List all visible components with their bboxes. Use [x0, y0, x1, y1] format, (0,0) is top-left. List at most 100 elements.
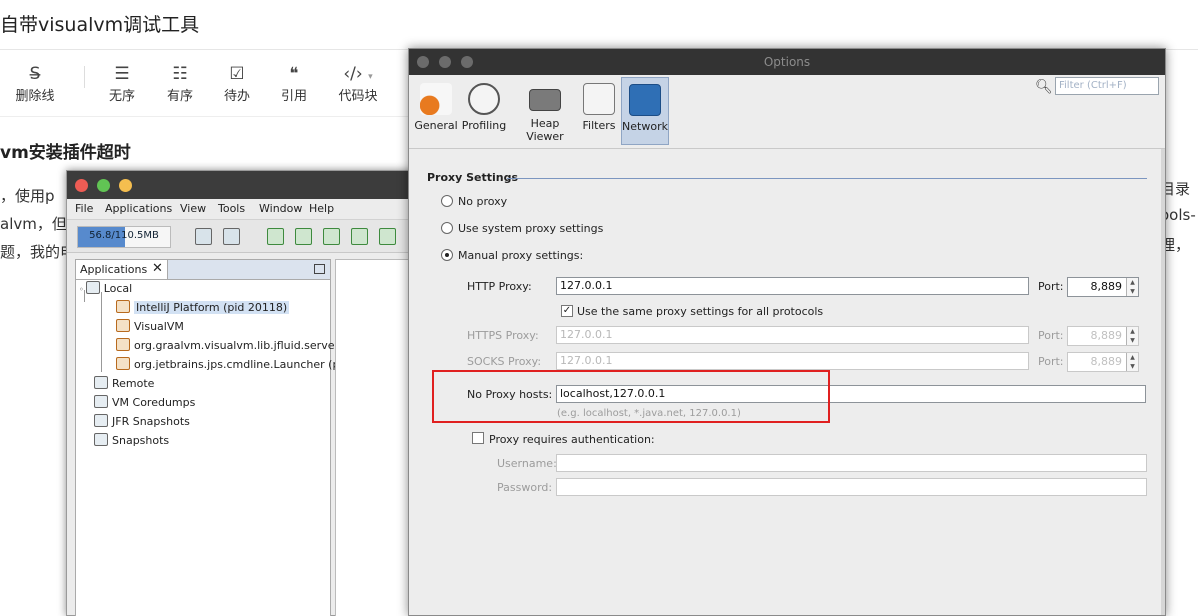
password-field[interactable]	[556, 478, 1147, 496]
filter-icon	[583, 83, 615, 115]
tree-node-jfr[interactable]: JFR Snapshots	[94, 413, 190, 431]
tree-node-local[interactable]: ◦ Local	[79, 280, 132, 298]
todo-list-button[interactable]: ☑ 待办	[207, 60, 267, 106]
applications-panel: Applications ✕ ◦ Local IntelliJ Platform …	[75, 259, 352, 616]
unordered-list-icon: ☰	[114, 64, 130, 84]
system-proxy-label: Use system proxy settings	[458, 222, 604, 235]
add-coredump-icon[interactable]	[323, 228, 340, 245]
stopwatch-icon	[468, 83, 500, 115]
tree-node-snapshots[interactable]: Snapshots	[94, 432, 169, 450]
spinner-icon[interactable]: ▲ ▼	[1126, 327, 1138, 345]
menu-view[interactable]: View	[180, 202, 206, 215]
http-port-stepper[interactable]: 8,889 ▲ ▼	[1067, 277, 1139, 297]
zoom-window-button[interactable]	[97, 179, 110, 192]
applications-tab[interactable]: Applications ✕	[76, 260, 330, 280]
manual-proxy-radio[interactable]	[441, 249, 453, 261]
category-network[interactable]: Network	[621, 77, 669, 145]
auth-checkbox[interactable]	[472, 432, 484, 444]
network-icon	[629, 84, 661, 116]
add-remote-host-icon[interactable]	[295, 228, 312, 245]
main-toolbar: 56.8/110.5MB	[67, 219, 425, 253]
menu-bar: File Applications View Tools Window Help	[67, 199, 425, 219]
username-field[interactable]	[556, 454, 1147, 472]
http-proxy-label: HTTP Proxy:	[467, 280, 532, 293]
menu-applications[interactable]: Applications	[105, 202, 172, 215]
network-settings-panel: Proxy Settings No proxy Use system proxy…	[411, 153, 1161, 615]
no-proxy-radio[interactable]	[441, 195, 453, 207]
tree-node-remote[interactable]: Remote	[94, 375, 154, 393]
https-port-stepper[interactable]: 8,889 ▲ ▼	[1067, 326, 1139, 346]
dialog-titlebar[interactable]: Options	[409, 49, 1165, 75]
category-general[interactable]: General	[413, 77, 459, 145]
minimize-window-button[interactable]	[119, 179, 132, 192]
tree-node-app[interactable]: org.graalvm.visualvm.lib.jfluid.server.P…	[116, 337, 352, 355]
java-icon	[116, 357, 130, 370]
memory-text: 56.8/110.5MB	[89, 230, 159, 241]
http-port-label: Port:	[1038, 280, 1064, 293]
quote-button[interactable]: ❝ 引用	[264, 60, 324, 106]
system-proxy-radio[interactable]	[441, 222, 453, 234]
category-filters[interactable]: Filters	[581, 77, 617, 145]
highlight-box	[432, 370, 830, 423]
todo-list-icon: ☑	[229, 64, 245, 84]
expand-icon[interactable]: ◦	[79, 285, 84, 294]
save-icon[interactable]	[223, 228, 240, 245]
add-jmx-icon[interactable]	[267, 228, 284, 245]
window-titlebar[interactable]	[67, 171, 425, 199]
same-proxy-checkbox[interactable]: ✓	[561, 305, 573, 317]
java-icon	[116, 338, 130, 351]
remote-host-icon	[94, 376, 108, 389]
memory-indicator[interactable]: 56.8/110.5MB	[77, 226, 171, 248]
category-profiling[interactable]: Profiling	[461, 77, 507, 145]
tree-node-coredumps[interactable]: VM Coredumps	[94, 394, 195, 412]
category-heap-viewer[interactable]: Heap Viewer	[511, 77, 579, 145]
open-snapshot-icon[interactable]	[195, 228, 212, 245]
section-divider	[507, 178, 1147, 179]
scrollbar[interactable]	[1161, 149, 1165, 615]
close-icon[interactable]: ✕	[152, 261, 163, 276]
ordered-list-button[interactable]: ☷ 有序	[150, 60, 210, 106]
toolbar-label: 有序	[166, 89, 193, 104]
socks-proxy-input[interactable]: 127.0.0.1	[556, 352, 1029, 370]
close-window-button[interactable]	[75, 179, 88, 192]
socks-port-stepper[interactable]: 8,889 ▲ ▼	[1067, 352, 1139, 372]
tree-node-app[interactable]: org.jetbrains.jps.cmdline.Launcher (pid	[116, 356, 349, 374]
editor-toolbar: S̶ 删除线 ☰ 无序 ☷ 有序 ☑ 待办 ❝ 引用 ‹/› ▾ 代码块	[0, 60, 420, 116]
visualvm-icon	[116, 319, 130, 332]
ordered-list-icon: ☷	[172, 64, 188, 84]
https-port-label: Port:	[1038, 329, 1064, 342]
menu-tools[interactable]: Tools	[218, 202, 245, 215]
tree-node-app[interactable]: VisualVM	[116, 318, 184, 336]
add-snapshot-icon[interactable]	[379, 228, 396, 245]
toolbar-divider	[84, 66, 85, 88]
manual-proxy-label: Manual proxy settings:	[458, 249, 584, 262]
memory-chip-icon	[529, 89, 561, 111]
unordered-list-button[interactable]: ☰ 无序	[92, 60, 152, 106]
filter-input[interactable]: Filter (Ctrl+F)	[1055, 77, 1159, 95]
coredump-icon	[94, 395, 108, 408]
socks-proxy-label: SOCKS Proxy:	[467, 355, 542, 368]
toolbar-label: 无序	[108, 89, 135, 104]
https-proxy-input[interactable]: 127.0.0.1	[556, 326, 1029, 344]
strikethrough-button[interactable]: S̶ 删除线	[5, 60, 65, 106]
menu-file[interactable]: File	[75, 202, 93, 215]
code-block-button[interactable]: ‹/› ▾ 代码块	[328, 60, 388, 106]
paragraph-line: 题，我的电	[0, 243, 76, 261]
minimize-panel-icon[interactable]	[314, 264, 325, 274]
add-jfr-icon[interactable]	[351, 228, 368, 245]
menu-window[interactable]: Window	[259, 202, 302, 215]
toolbar-label: 引用	[280, 89, 307, 104]
http-proxy-input[interactable]: 127.0.0.1	[556, 277, 1029, 295]
toolbar-divider	[0, 116, 420, 117]
same-proxy-label: Use the same proxy settings for all prot…	[577, 305, 824, 318]
spinner-icon[interactable]: ▲ ▼	[1126, 353, 1138, 371]
username-label: Username:	[497, 457, 557, 470]
https-proxy-label: HTTPS Proxy:	[467, 329, 539, 342]
chevron-down-icon[interactable]: ▾	[368, 72, 373, 82]
password-label: Password:	[497, 481, 553, 494]
spinner-icon[interactable]: ▲ ▼	[1126, 278, 1138, 296]
toolbar-label: 代码块	[338, 89, 378, 104]
tree-node-app[interactable]: IntelliJ Platform (pid 20118)	[116, 299, 290, 317]
snapshot-icon	[94, 433, 108, 446]
menu-help[interactable]: Help	[309, 202, 334, 215]
